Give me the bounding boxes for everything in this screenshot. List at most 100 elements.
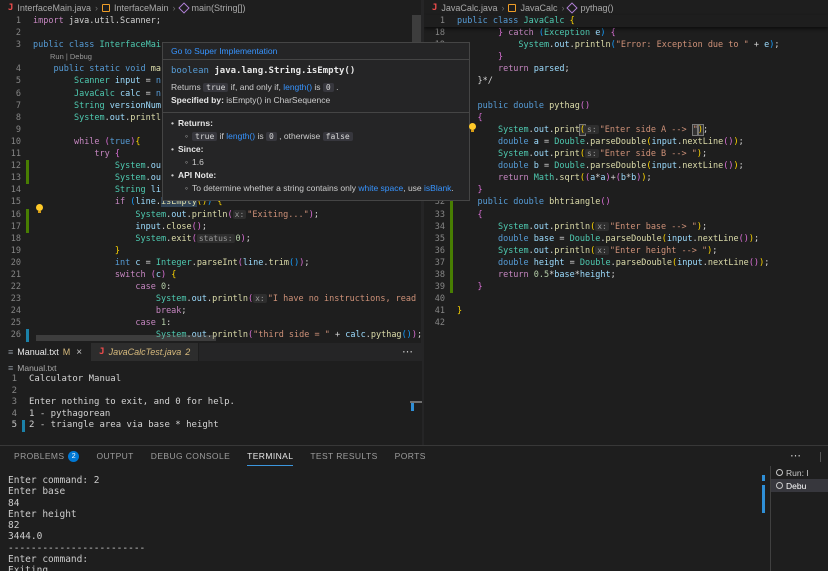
editor-actions-more-icon[interactable]: ⋯	[402, 345, 414, 358]
terminal-list-item[interactable]: Debu	[771, 479, 828, 492]
code-area-javacalc[interactable]: 18 } catch (Exception e) {19 System.out.…	[424, 27, 828, 329]
problems-count-badge: 2	[68, 451, 79, 462]
text-file-icon: ≡	[8, 347, 13, 357]
doc-link[interactable]: length()	[226, 131, 255, 141]
doc-link[interactable]: length()	[283, 82, 312, 92]
breadcrumb-class[interactable]: JavaCalc	[520, 3, 557, 13]
breadcrumb-file[interactable]: InterfaceMain.java	[17, 3, 91, 13]
terminal-scrollbar-mark[interactable]	[762, 475, 765, 481]
line-number: 5	[0, 420, 22, 432]
sticky-scroll-line[interactable]: 1public class JavaCalc {	[424, 15, 828, 27]
doc-link[interactable]: isBlank	[424, 183, 451, 193]
panel-tab-problems[interactable]: PROBLEMS2	[14, 446, 79, 466]
terminal-scrollbar-thumb[interactable]	[762, 485, 765, 513]
code-line[interactable]: 23 System.out.println(x:"I have no instr…	[0, 293, 421, 305]
code-line[interactable]: 40	[424, 293, 828, 305]
breadcrumb-file[interactable]: Manual.txt	[17, 363, 56, 373]
line-number: 14	[0, 184, 26, 196]
code-line[interactable]: 21 return parsed;	[424, 63, 828, 75]
line-number: 12	[0, 160, 26, 172]
breadcrumb-method[interactable]: pythag()	[580, 3, 613, 13]
line-number: 2	[0, 27, 26, 39]
editor-javacalc[interactable]: J JavaCalc.java › JavaCalc › pythag() 1p…	[424, 0, 828, 445]
code-line[interactable]: 31 }	[424, 184, 828, 196]
tab-bar: ≡ Manual.txt M × J JavaCalcTest.java 2 ⋯	[0, 343, 422, 361]
horizontal-scrollbar-thumb[interactable]	[36, 335, 216, 341]
code-line[interactable]: 20 int c = Integer.parseInt(line.trim())…	[0, 257, 421, 269]
panel-tab-test-results[interactable]: TEST RESULTS	[310, 446, 377, 466]
code-line[interactable]: 37 double height = Double.parseDouble(in…	[424, 257, 828, 269]
code-line[interactable]: 16 System.out.println(x:"Exiting...");	[0, 209, 421, 221]
code-line[interactable]: 30 return Math.sqrt((a*a)+(b*b));	[424, 172, 828, 184]
code-line[interactable]: 23	[424, 88, 828, 100]
quickfix-lightbulb-icon[interactable]	[469, 123, 476, 130]
code-line[interactable]: 35 double base = Double.parseDouble(inpu…	[424, 233, 828, 245]
line-number: 15	[0, 196, 26, 208]
code-line[interactable]: 21 switch (c) {	[0, 269, 421, 281]
code-line[interactable]: 1import java.util.Scanner;	[0, 15, 421, 27]
code-line[interactable]: 28 System.out.print(s:"Enter side B --> …	[424, 148, 828, 160]
code-line[interactable]: 32 public double bhtriangle()	[424, 196, 828, 208]
code-line[interactable]: 52 - triangle area via base * height	[0, 420, 422, 432]
line-number: 11	[0, 148, 26, 160]
code-line[interactable]: 18 } catch (Exception e) {	[424, 27, 828, 39]
code-line[interactable]: 42	[424, 317, 828, 329]
code-line[interactable]: 41 - pythagorean	[0, 409, 422, 421]
code-line[interactable]: 20 }	[424, 51, 828, 63]
line-number: 16	[0, 209, 26, 221]
code-line[interactable]: 22 case 0:	[0, 281, 421, 293]
code-line[interactable]: 22 }*/	[424, 75, 828, 87]
terminal-line: Exiting...	[8, 565, 756, 571]
panel-tab-debug-console[interactable]: DEBUG CONSOLE	[151, 446, 230, 466]
vscode-window: J InterfaceMain.java › InterfaceMain › m…	[0, 0, 828, 571]
code-line[interactable]: 2	[0, 27, 421, 39]
code-line[interactable]: 27 double a = Double.parseDouble(input.n…	[424, 136, 828, 148]
panel-actions-more-icon[interactable]: ⋯	[790, 449, 802, 462]
code-line[interactable]: 36 System.out.println(x:"Enter height --…	[424, 245, 828, 257]
list-bullet: •	[171, 170, 174, 180]
code-line[interactable]: 19 System.out.println("Error: Exception …	[424, 39, 828, 51]
terminal-line: ------------------------	[8, 543, 756, 554]
panel-tab-terminal[interactable]: TERMINAL	[247, 446, 293, 466]
code-line[interactable]: 17 input.close();	[0, 221, 421, 233]
tab-javacalctest-java[interactable]: J JavaCalcTest.java 2	[91, 343, 199, 361]
gear-icon	[776, 469, 783, 476]
line-number: 24	[0, 305, 26, 317]
quickfix-lightbulb-icon[interactable]	[36, 204, 43, 211]
code-line[interactable]: 3Enter nothing to exit, and 0 for help.	[0, 397, 422, 409]
code-line[interactable]: 25 case 1:	[0, 317, 421, 329]
code-line[interactable]: 41}	[424, 305, 828, 317]
breadcrumb-class[interactable]: InterfaceMain	[114, 3, 169, 13]
code-line[interactable]: 34 System.out.println(x:"Enter base --> …	[424, 221, 828, 233]
close-icon[interactable]: ×	[76, 347, 82, 358]
terminal-output[interactable]: Enter command: 2Enter base84Enter height…	[8, 475, 756, 571]
code-line[interactable]: 25 {	[424, 112, 828, 124]
code-line[interactable]: 29 double b = Double.parseDouble(input.n…	[424, 160, 828, 172]
code-line[interactable]: 1Calculator Manual	[0, 374, 422, 386]
breadcrumb-method[interactable]: main(String[])	[192, 3, 246, 13]
class-icon	[508, 4, 516, 12]
code-line[interactable]: 24 public double pythag()	[424, 100, 828, 112]
tab-manual-txt[interactable]: ≡ Manual.txt M ×	[0, 343, 91, 361]
class-icon	[102, 4, 110, 12]
line-number: 2	[0, 386, 22, 398]
doc-link[interactable]: white space	[358, 183, 403, 193]
code-line[interactable]: 38 return 0.5*base*height;	[424, 269, 828, 281]
panel-tab-ports[interactable]: PORTS	[395, 446, 426, 466]
code-line[interactable]: 39 }	[424, 281, 828, 293]
code-line[interactable]: 18 System.exit(status:0);	[0, 233, 421, 245]
code-line[interactable]: 1public class JavaCalc {	[424, 15, 828, 27]
text-file-icon: ≡	[8, 363, 13, 373]
panel-tab-output[interactable]: OUTPUT	[96, 446, 133, 466]
terminal-list-item[interactable]: Run: I	[771, 466, 828, 479]
bottom-editor-group: ≡ Manual.txt M × J JavaCalcTest.java 2 ⋯…	[0, 343, 422, 445]
terminal-line: Enter command: 2	[8, 475, 756, 486]
code-line[interactable]: 26 System.out.print(s:"Enter side A --> …	[424, 124, 828, 136]
go-to-super-implementation-link[interactable]: Go to Super Implementation	[163, 43, 469, 60]
code-line[interactable]: 2	[0, 386, 422, 398]
code-line[interactable]: 24 break;	[0, 305, 421, 317]
code-line[interactable]: 19 }	[0, 245, 421, 257]
breadcrumb-file[interactable]: JavaCalc.java	[441, 3, 497, 13]
code-line[interactable]: 33 {	[424, 209, 828, 221]
code-area-manual-txt[interactable]: 1Calculator Manual23Enter nothing to exi…	[0, 374, 422, 432]
